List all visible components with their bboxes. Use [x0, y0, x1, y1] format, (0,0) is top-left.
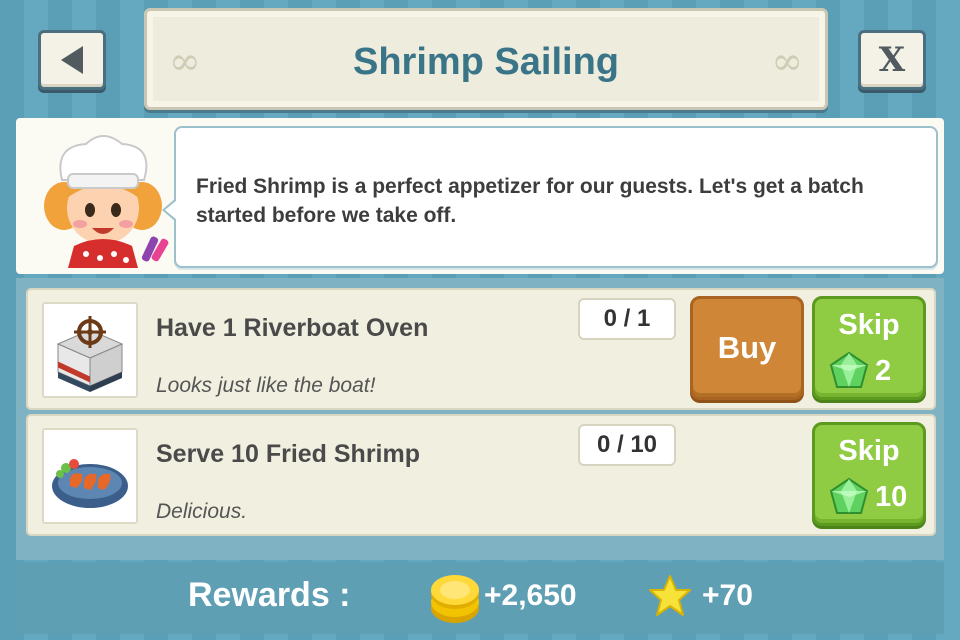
close-button[interactable]: X — [858, 30, 926, 90]
skip-label: Skip — [838, 435, 900, 467]
task-thumbnail — [42, 302, 138, 398]
star-icon — [649, 575, 691, 616]
close-icon: X — [878, 40, 906, 80]
flourish-right-icon: ∞ — [771, 39, 803, 83]
intro-panel: Fried Shrimp is a perfect appetizer for … — [16, 118, 944, 274]
star-reward: +70 — [702, 579, 753, 612]
page-title: Shrimp Sailing — [352, 41, 620, 83]
gem-icon — [829, 351, 869, 388]
task-row-fried-shrimp: Serve 10 Fried Shrimp Delicious. 0 / 10 … — [26, 414, 936, 536]
skip-cost: 10 — [875, 481, 908, 513]
top-bar: ∞ Shrimp Sailing ∞ X — [0, 0, 960, 118]
rewards-bar: Rewards : +2,650 +70 — [16, 562, 944, 634]
skip-cost: 2 — [875, 355, 892, 387]
skip-label: Skip — [838, 309, 900, 341]
task-description: Delicious. — [156, 500, 248, 523]
task-thumbnail — [42, 428, 138, 524]
coin-icon — [431, 575, 479, 623]
riverboat-oven-icon — [56, 316, 124, 392]
gem-icon — [829, 477, 869, 514]
task-title: Serve 10 Fried Shrimp — [156, 440, 421, 468]
title-banner: ∞ Shrimp Sailing ∞ — [144, 8, 828, 110]
coin-reward: +2,650 — [484, 579, 577, 612]
task-progress: 0 / 10 — [578, 424, 676, 466]
back-arrow-icon — [61, 46, 83, 74]
task-title: Have 1 Riverboat Oven — [156, 314, 429, 342]
back-button[interactable] — [38, 30, 106, 90]
intro-message: Fried Shrimp is a perfect appetizer for … — [196, 175, 864, 227]
skip-button[interactable]: Skip 10 — [812, 422, 926, 526]
task-description: Looks just like the boat! — [156, 374, 376, 397]
chef-character-icon — [44, 135, 169, 268]
skip-button[interactable]: Skip 2 — [812, 296, 926, 400]
speech-bubble: Fried Shrimp is a perfect appetizer for … — [162, 126, 938, 268]
task-progress: 0 / 1 — [578, 298, 676, 340]
task-list: Have 1 Riverboat Oven Looks just like th… — [16, 278, 944, 560]
task-row-riverboat-oven: Have 1 Riverboat Oven Looks just like th… — [26, 288, 936, 410]
buy-button[interactable]: Buy — [690, 296, 804, 400]
rewards-label: Rewards : — [188, 576, 351, 614]
fried-shrimp-icon — [52, 459, 128, 508]
